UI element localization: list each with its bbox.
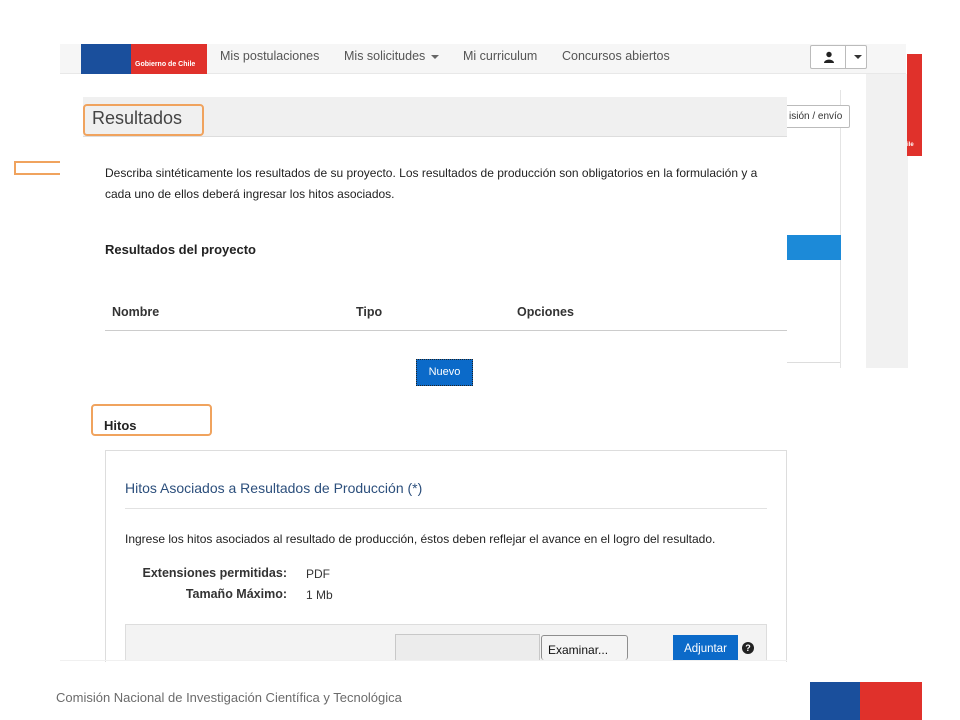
footer-text: Comisión Nacional de Investigación Cient… xyxy=(56,690,402,705)
hitos-card-divider xyxy=(125,508,767,509)
table-header-divider xyxy=(105,330,787,331)
resultados-del-proyecto-title: Resultados del proyecto xyxy=(105,242,256,257)
extensions-label: Extensiones permitidas: xyxy=(142,566,288,580)
user-menu-separator xyxy=(845,46,846,68)
examinar-button[interactable]: Examinar... xyxy=(541,635,628,660)
resultados-highlight-box xyxy=(83,104,204,136)
nav-mi-curriculum[interactable]: Mi curriculum xyxy=(463,49,537,63)
hitos-highlight-box xyxy=(91,404,212,436)
right-logo-strip: ile xyxy=(907,54,922,156)
background-panel-edge xyxy=(840,90,866,368)
footer-divider xyxy=(60,660,787,661)
adjuntar-button[interactable]: Adjuntar xyxy=(673,635,738,660)
nav-concursos-abiertos[interactable]: Concursos abiertos xyxy=(562,49,670,63)
extensions-value: PDF xyxy=(306,567,330,581)
background-side-panel xyxy=(866,74,908,368)
help-icon[interactable]: ? xyxy=(742,642,754,654)
footer-logo-red xyxy=(860,682,922,720)
background-blue-button[interactable] xyxy=(786,235,841,260)
footer-logo-blue xyxy=(810,682,860,720)
resultados-description: Describa sintéticamente los resultados d… xyxy=(105,166,758,201)
caret-down-icon xyxy=(854,55,862,59)
logo-red-block xyxy=(131,44,207,74)
user-icon xyxy=(824,51,834,63)
table-header-opciones: Opciones xyxy=(517,305,574,319)
user-menu-button[interactable] xyxy=(810,45,867,69)
max-size-value: 1 Mb xyxy=(306,588,333,602)
gobierno-de-chile-logo[interactable]: Gobierno de Chile xyxy=(81,44,207,74)
left-highlight-marker xyxy=(14,161,60,175)
chevron-down-icon xyxy=(431,54,440,59)
nuevo-button[interactable]: Nuevo xyxy=(416,359,473,386)
logo-blue-block xyxy=(81,44,131,74)
right-logo-text: ile xyxy=(907,142,914,148)
nav-mis-solicitudes[interactable]: Mis solicitudes xyxy=(344,49,440,63)
table-header-nombre: Nombre xyxy=(112,305,160,319)
logo-text: Gobierno de Chile xyxy=(135,61,196,68)
table-header-tipo: Tipo xyxy=(356,305,383,319)
file-path-input[interactable] xyxy=(395,634,540,660)
hitos-card-title: Hitos Asociados a Resultados de Producci… xyxy=(125,480,423,496)
nav-mis-solicitudes-label: Mis solicitudes xyxy=(344,49,426,63)
revision-envio-button[interactable]: isión / envío xyxy=(780,105,850,128)
hitos-description: Ingrese los hitos asociados al resultado… xyxy=(125,532,716,546)
max-size-label: Tamaño Máximo: xyxy=(185,587,287,601)
nav-mis-postulaciones[interactable]: Mis postulaciones xyxy=(220,49,319,63)
background-divider xyxy=(786,362,840,363)
